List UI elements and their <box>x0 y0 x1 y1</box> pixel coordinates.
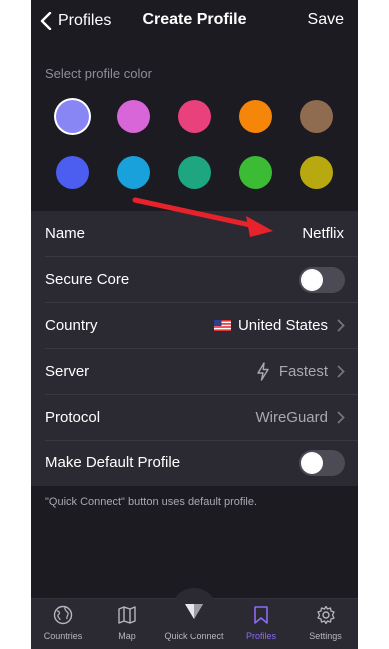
gear-icon <box>316 605 335 625</box>
country-value: United States <box>237 317 328 334</box>
default-profile-row: Make Default Profile <box>31 440 358 486</box>
color-swatch-periwinkle[interactable] <box>56 100 89 133</box>
color-swatch-brown[interactable] <box>300 100 333 133</box>
tab-map[interactable]: Map <box>95 599 159 649</box>
chevron-right-icon <box>337 411 345 424</box>
color-swatch-green[interactable] <box>239 156 272 189</box>
chevron-right-icon <box>337 365 345 378</box>
tab-profiles[interactable]: Profiles <box>229 599 293 649</box>
color-swatch-rose[interactable] <box>178 100 211 133</box>
save-button[interactable]: Save <box>308 11 344 29</box>
name-label: Name <box>45 225 86 242</box>
quick-connect-icon <box>185 604 203 619</box>
globe-icon <box>53 605 73 625</box>
tab-countries-label: Countries <box>43 631 83 641</box>
color-swatch-sky[interactable] <box>117 156 150 189</box>
secure-core-label: Secure Core <box>45 271 130 288</box>
secure-core-row: Secure Core <box>31 257 358 303</box>
protocol-row[interactable]: Protocol WireGuard <box>31 395 358 441</box>
tab-settings[interactable]: Settings <box>293 599 358 649</box>
country-row[interactable]: Country United States <box>31 303 358 349</box>
tab-settings-label: Settings <box>309 631 342 641</box>
color-swatch-olive[interactable] <box>300 156 333 189</box>
default-profile-toggle[interactable] <box>299 450 345 476</box>
color-swatch-blue[interactable] <box>56 156 89 189</box>
country-label: Country <box>45 317 98 334</box>
color-section-label: Select profile color <box>45 66 152 81</box>
us-flag-icon <box>214 320 231 331</box>
name-field[interactable]: Netflix <box>302 225 344 242</box>
color-swatch-pink[interactable] <box>117 100 150 133</box>
color-swatch-orange[interactable] <box>239 100 272 133</box>
map-icon <box>118 606 136 624</box>
nav-bar: Profiles Create Profile Save <box>31 0 358 44</box>
profile-form: Name Netflix Secure Core Country United … <box>31 211 358 486</box>
tab-countries[interactable]: Countries <box>31 599 95 649</box>
server-row[interactable]: Server Fastest <box>31 349 358 395</box>
tab-profiles-label: Profiles <box>245 631 276 641</box>
name-row[interactable]: Name Netflix <box>31 211 358 257</box>
chevron-right-icon <box>337 319 345 332</box>
server-value: Fastest <box>278 363 328 380</box>
protocol-label: Protocol <box>45 409 101 426</box>
color-swatch-teal[interactable] <box>178 156 211 189</box>
footnote: "Quick Connect" button uses default prof… <box>45 496 258 508</box>
default-profile-label: Make Default Profile <box>45 454 181 471</box>
tab-map-label: Map <box>118 631 136 641</box>
secure-core-toggle[interactable] <box>299 267 345 293</box>
bolt-icon <box>257 362 269 381</box>
protocol-value: WireGuard <box>255 409 328 426</box>
phone-screen: Profiles Create Profile Save Select prof… <box>31 0 358 649</box>
quick-connect-button[interactable] <box>171 588 217 634</box>
server-label: Server <box>45 363 90 380</box>
bookmark-icon <box>254 606 268 624</box>
